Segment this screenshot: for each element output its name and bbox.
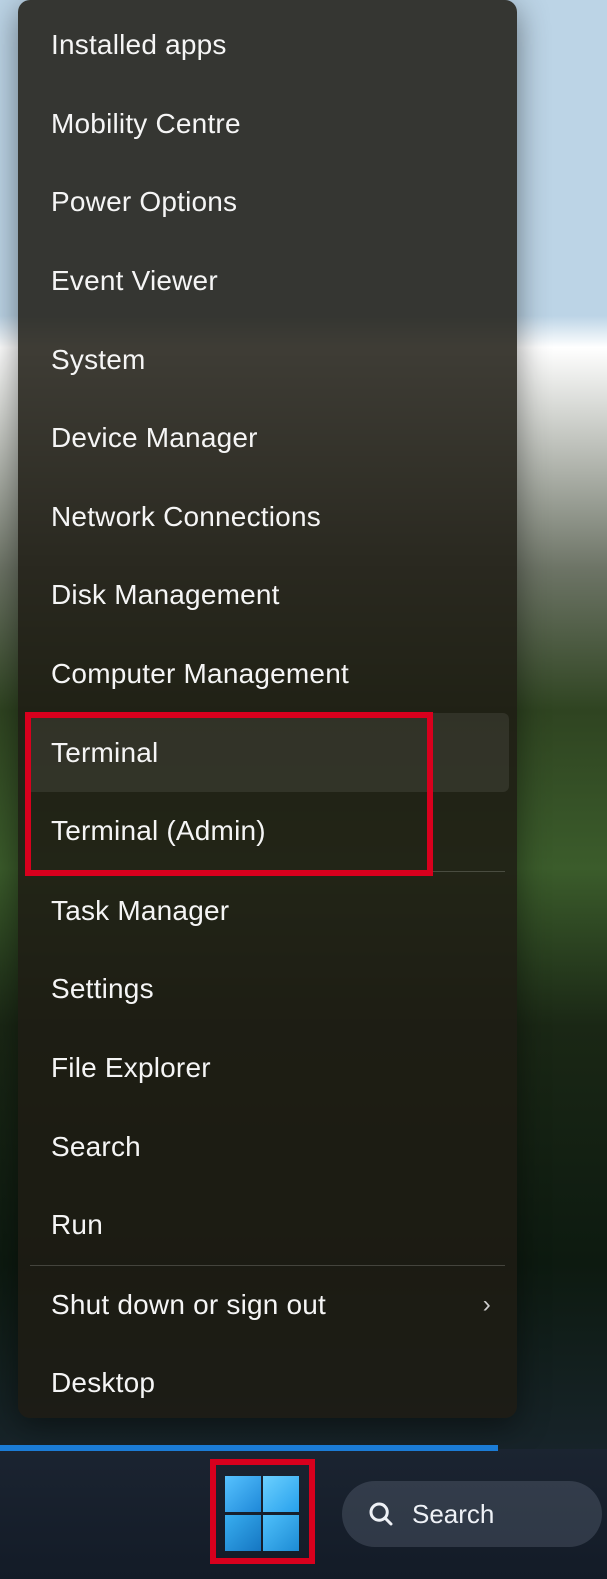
menu-item-label: Settings [51, 973, 154, 1005]
menu-task-manager[interactable]: Task Manager [18, 872, 517, 951]
windows-logo-icon [225, 1476, 261, 1512]
menu-item-label: Device Manager [51, 422, 258, 454]
menu-file-explorer[interactable]: File Explorer [18, 1029, 517, 1108]
menu-item-label: Event Viewer [51, 265, 218, 297]
menu-item-label: Network Connections [51, 501, 321, 533]
menu-item-label: Terminal (Admin) [51, 815, 266, 847]
menu-computer-management[interactable]: Computer Management [18, 635, 517, 714]
menu-settings[interactable]: Settings [18, 950, 517, 1029]
menu-shutdown[interactable]: Shut down or sign out › [18, 1266, 517, 1345]
chevron-right-icon: › [483, 1291, 491, 1319]
menu-terminal[interactable]: Terminal [26, 713, 509, 792]
windows-logo-icon [263, 1476, 299, 1512]
search-icon [366, 1499, 396, 1529]
menu-run[interactable]: Run [18, 1186, 517, 1265]
menu-device-manager[interactable]: Device Manager [18, 399, 517, 478]
desktop-wallpaper: Installed apps Mobility Centre Power Optio… [0, 0, 607, 1579]
winx-context-menu: Installed apps Mobility Centre Power Optio… [18, 0, 517, 1418]
menu-power-options[interactable]: Power Options [18, 163, 517, 242]
menu-search[interactable]: Search [18, 1107, 517, 1186]
menu-installed-apps[interactable]: Installed apps [18, 6, 517, 85]
menu-item-label: Terminal [51, 737, 158, 769]
menu-item-label: Task Manager [51, 895, 229, 927]
menu-item-label: Installed apps [51, 29, 227, 61]
taskbar: Search [0, 1449, 607, 1579]
menu-item-label: Mobility Centre [51, 108, 241, 140]
menu-item-label: Disk Management [51, 579, 280, 611]
menu-event-viewer[interactable]: Event Viewer [18, 242, 517, 321]
start-button[interactable] [224, 1475, 302, 1553]
taskbar-search-label: Search [412, 1499, 494, 1530]
menu-item-label: Desktop [51, 1367, 155, 1399]
menu-item-label: File Explorer [51, 1052, 211, 1084]
menu-terminal-admin[interactable]: Terminal (Admin) [18, 792, 517, 871]
menu-desktop[interactable]: Desktop [18, 1344, 517, 1423]
windows-logo-icon [263, 1515, 299, 1551]
menu-item-label: Power Options [51, 186, 237, 218]
taskbar-search[interactable]: Search [342, 1481, 602, 1547]
menu-item-label: System [51, 344, 146, 376]
menu-network-connections[interactable]: Network Connections [18, 478, 517, 557]
menu-item-label: Run [51, 1209, 103, 1241]
menu-item-label: Search [51, 1131, 141, 1163]
menu-disk-management[interactable]: Disk Management [18, 556, 517, 635]
menu-item-label: Computer Management [51, 658, 349, 690]
windows-logo-icon [225, 1515, 261, 1551]
menu-system[interactable]: System [18, 320, 517, 399]
menu-item-label: Shut down or sign out [51, 1289, 326, 1321]
menu-mobility-centre[interactable]: Mobility Centre [18, 85, 517, 164]
